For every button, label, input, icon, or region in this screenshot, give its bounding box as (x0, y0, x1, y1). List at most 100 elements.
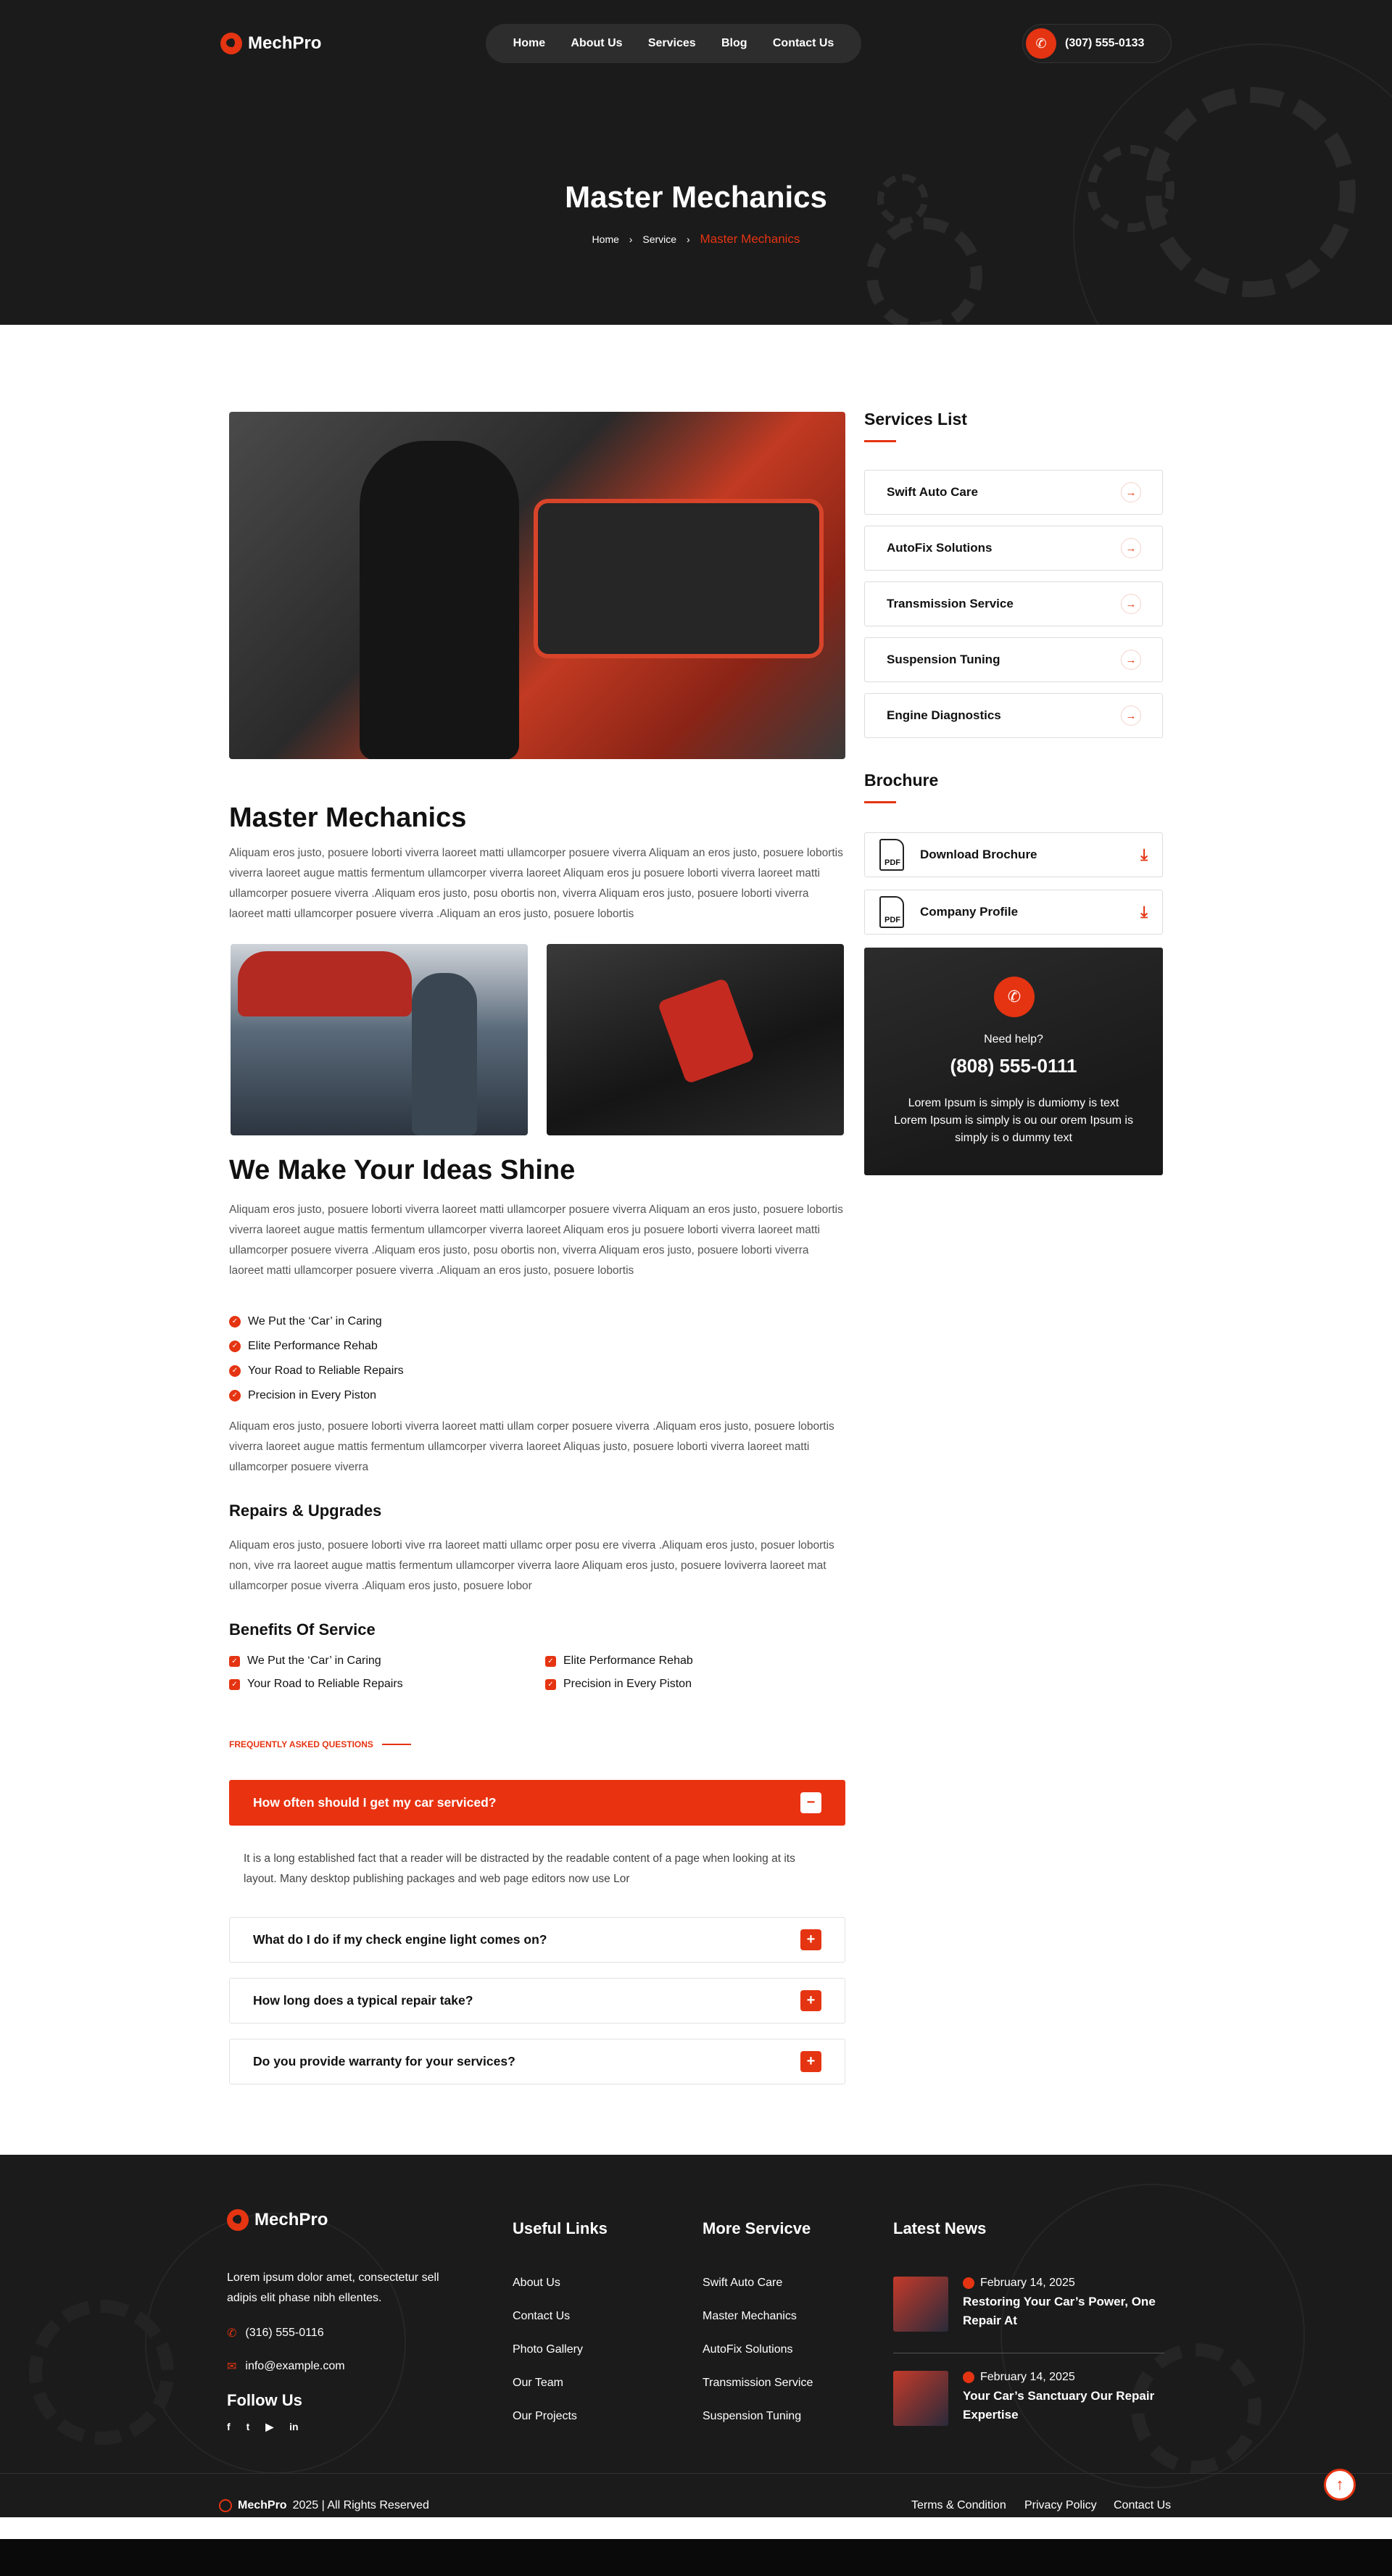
footer-service-link[interactable]: Master Mechanics (703, 2310, 797, 2323)
follow-us-title: Follow Us (227, 2391, 302, 2409)
footer-email[interactable]: ✉ info@example.com (227, 2359, 345, 2374)
footer-service-link[interactable]: Suspension Tuning (703, 2410, 801, 2423)
footer-service-link[interactable]: AutoFix Solutions (703, 2343, 793, 2356)
diagnostic-tool-image (547, 944, 844, 1135)
main-nav: Home About Us Services Blog Contact Us (486, 24, 861, 63)
ideas-paragraph: Aliquam eros justo, posuere loborti vive… (229, 1204, 843, 1277)
breadcrumb-service[interactable]: Service (642, 233, 676, 245)
news-title[interactable]: Restoring Your Car’s Power, One Repair A… (963, 2293, 1173, 2330)
logo-icon (220, 33, 242, 54)
header-phone-number: (307) 555-0133 (1065, 37, 1145, 49)
company-profile-button[interactable]: PDF Company Profile ⤓ (864, 890, 1163, 935)
nav-contact[interactable]: Contact Us (773, 37, 834, 50)
footer-phone[interactable]: ✆ (316) 555-0116 (227, 2326, 324, 2340)
checkbox-icon: ✓ (545, 1678, 556, 1690)
news-item[interactable]: February 14, 2025 Restoring Your Car’s P… (893, 2277, 1173, 2332)
list-item: ✓ Precision in Every Piston (545, 1678, 845, 1691)
help-card: ✆ Need help? (808) 555-0111 Lorem Ipsum … (864, 948, 1163, 1175)
news-item[interactable]: February 14, 2025 Your Car’s Sanctuary O… (893, 2371, 1173, 2426)
back-to-top-button[interactable]: ↑ (1324, 2469, 1356, 2501)
news-date: February 14, 2025 (980, 2371, 1075, 2383)
checkbox-icon: ✓ (229, 1655, 240, 1667)
download-brochure-button[interactable]: PDF Download Brochure ⤓ (864, 832, 1163, 877)
clock-icon (963, 2372, 974, 2383)
page-title: Master Mechanics (565, 180, 827, 214)
site-footer (0, 2155, 1392, 2517)
nav-home[interactable]: Home (513, 37, 545, 50)
faq-answer: It is a long established fact that a rea… (244, 1852, 795, 1885)
youtube-icon[interactable]: ▶ (265, 2421, 273, 2433)
help-phone-number[interactable]: (808) 555-0111 (864, 1055, 1163, 1077)
social-links: f t ▶ in (227, 2421, 299, 2433)
news-title[interactable]: Your Car’s Sanctuary Our Repair Expertis… (963, 2387, 1173, 2424)
news-thumbnail (893, 2371, 948, 2426)
plus-icon[interactable]: + (800, 1929, 821, 1950)
plus-icon[interactable]: + (800, 2051, 821, 2072)
news-date: February 14, 2025 (980, 2277, 1075, 2289)
faq-item-2[interactable]: What do I do if my check engine light co… (229, 1917, 845, 1963)
list-item: ✓ We Put the ‘Car’ in Caring (229, 1654, 545, 1668)
header-phone-button[interactable]: ✆ (307) 555-0133 (1022, 24, 1172, 63)
linkedin-icon[interactable]: in (289, 2421, 298, 2433)
list-item: ✓ We Put the ‘Car’ in Caring (229, 1309, 404, 1334)
arrow-right-icon: → (1122, 539, 1140, 558)
service-link-engine-diagnostics[interactable]: Engine Diagnostics → (864, 693, 1163, 738)
footer-service-link[interactable]: Swift Auto Care (703, 2277, 782, 2290)
logo-icon (227, 2209, 249, 2231)
title-underline (864, 801, 896, 803)
checkbox-icon: ✓ (545, 1655, 556, 1667)
nav-about[interactable]: About Us (571, 37, 622, 50)
list-item: ✓ Elite Performance Rehab (229, 1334, 404, 1359)
faq-question: Do you provide warranty for your service… (253, 2054, 515, 2068)
service-link-autofix-solutions[interactable]: AutoFix Solutions → (864, 526, 1163, 571)
header-logo[interactable]: MechPro (220, 33, 321, 54)
faq-item-3[interactable]: How long does a typical repair take? + (229, 1978, 845, 2024)
download-icon: ⤓ (1140, 903, 1148, 921)
services-list-title: Services List (864, 410, 967, 428)
chevron-right-icon: › (686, 233, 690, 245)
facebook-icon[interactable]: f (227, 2421, 231, 2433)
breadcrumb-home[interactable]: Home (592, 233, 619, 245)
title-underline (864, 440, 896, 442)
page-hero: MechPro Home About Us Services Blog Cont… (0, 0, 1392, 325)
faq-item-1[interactable]: How often should I get my car serviced? … (229, 1780, 845, 1826)
faq-item-4[interactable]: Do you provide warranty for your service… (229, 2039, 845, 2084)
benefits-list: ✓ We Put the ‘Car’ in Caring ✓ Elite Perfo… (229, 1654, 845, 1691)
download-icon: ⤓ (1140, 845, 1148, 864)
twitter-icon[interactable]: t (246, 2421, 250, 2433)
privacy-link[interactable]: Privacy Policy (1024, 2499, 1097, 2512)
service-link-suspension-tuning[interactable]: Suspension Tuning → (864, 637, 1163, 682)
phone-icon: ✆ (227, 2327, 237, 2340)
footer-contact-link[interactable]: Contact Us (1114, 2499, 1171, 2512)
benefits-title: Benefits Of Service (229, 1620, 376, 1639)
arrow-right-icon: → (1122, 483, 1140, 502)
copyright-icon (219, 2499, 232, 2512)
service-link-swift-auto-care[interactable]: Swift Auto Care → (864, 470, 1163, 515)
footer-link-about[interactable]: About Us (513, 2277, 560, 2290)
terms-link[interactable]: Terms & Condition (911, 2499, 1006, 2512)
footer-service-link[interactable]: Transmission Service (703, 2377, 813, 2390)
checkbox-icon: ✓ (229, 1678, 240, 1690)
logo-text: MechPro (248, 33, 322, 53)
nav-services[interactable]: Services (648, 37, 696, 50)
nav-blog[interactable]: Blog (721, 37, 747, 50)
list-item: ✓ Elite Performance Rehab (545, 1654, 845, 1668)
footer-link-contact[interactable]: Contact Us (513, 2310, 570, 2323)
faq-tagline: FREQUENTLY ASKED QUESTIONS (229, 1739, 411, 1749)
logo-text: MechPro (254, 2210, 328, 2229)
chevron-right-icon: › (629, 233, 633, 245)
footer-link-projects[interactable]: Our Projects (513, 2410, 577, 2423)
footer-link-gallery[interactable]: Photo Gallery (513, 2343, 583, 2356)
footer-link-team[interactable]: Our Team (513, 2377, 563, 2390)
footer-logo[interactable]: MechPro (227, 2209, 328, 2231)
ideas-title: We Make Your Ideas Shine (229, 1155, 576, 1185)
minus-icon[interactable]: − (800, 1792, 821, 1813)
pdf-icon: PDF (879, 839, 904, 871)
plus-icon[interactable]: + (800, 1990, 821, 2011)
page-bottom-bar (0, 2539, 1392, 2576)
help-label: Need help? (984, 1033, 1043, 1045)
faq-question: How long does a typical repair take? (253, 1993, 473, 2008)
footer-divider (0, 2473, 1392, 2474)
help-description: Lorem Ipsum is simply is dumiomy is text… (894, 1097, 1133, 1144)
service-link-transmission-service[interactable]: Transmission Service → (864, 581, 1163, 626)
